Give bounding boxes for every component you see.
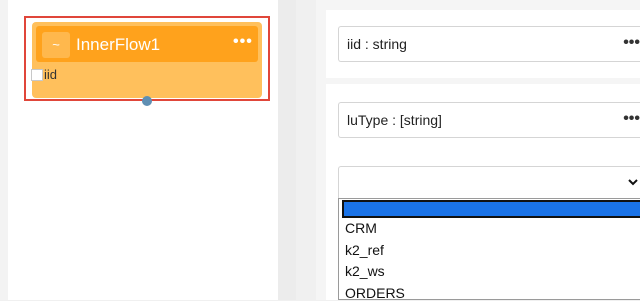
- output-port-dot[interactable]: [142, 96, 152, 106]
- iid-field-label: iid : string: [347, 36, 407, 52]
- lutype-more-icon[interactable]: •••: [623, 110, 640, 128]
- lutype-field-label: luType : [string]: [347, 112, 442, 128]
- iid-field[interactable]: iid : string •••: [338, 26, 640, 62]
- dropdown-option-orders[interactable]: ORDERS: [345, 285, 405, 301]
- dropdown-option-crm[interactable]: CRM: [345, 220, 377, 236]
- input-port-label: iid: [44, 67, 58, 82]
- lutype-select[interactable]: [338, 166, 640, 200]
- node-title: InnerFlow1: [76, 35, 161, 54]
- chevron-down-icon[interactable]: [628, 177, 638, 187]
- input-port-checkbox[interactable]: [31, 69, 43, 81]
- dropdown-option-k2-ref[interactable]: k2_ref: [345, 242, 384, 258]
- lutype-field[interactable]: luType : [string] •••: [338, 102, 640, 138]
- dropdown-option-empty-highlighted[interactable]: [342, 200, 640, 218]
- node-more-icon[interactable]: •••: [233, 32, 253, 52]
- iid-more-icon[interactable]: •••: [623, 34, 640, 52]
- tilde-icon[interactable]: ~: [42, 32, 70, 58]
- canvas-left-edge: [0, 0, 8, 300]
- dropdown-option-k2-ws[interactable]: k2_ws: [345, 263, 385, 279]
- panel-divider[interactable]: [278, 0, 296, 300]
